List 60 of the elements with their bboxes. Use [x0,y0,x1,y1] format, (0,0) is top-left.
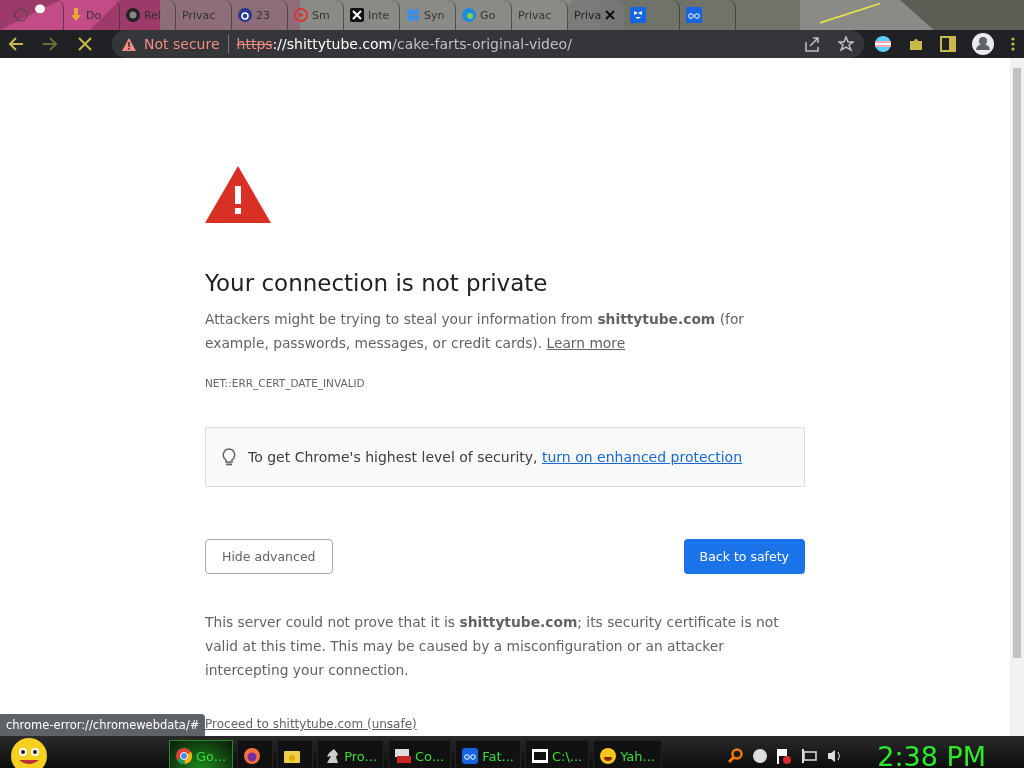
menu-icon[interactable] [1010,36,1016,52]
download-icon [70,8,82,22]
browser-tab[interactable]: Priva [568,0,624,30]
chrome-icon [176,748,192,764]
extensions-icon[interactable] [908,36,924,52]
hide-advanced-button[interactable]: Hide advanced [205,539,333,574]
flower-icon [406,8,420,22]
smiley-start-icon[interactable] [8,736,50,768]
details-text: This server could not prove that it is shittytube.com; its security certificate is not valid at this time. This may be caused by a misconfiguration or an attacker intercepting your connection. [205,613,780,680]
target-icon [294,8,308,22]
tip-text: To get Chrome's highest level of security, turn on enhanced protection [248,448,743,467]
globe-icon [14,8,28,22]
address-bar[interactable]: Not secure https://shittytube.com/cake-farts-original-video/ [112,30,864,58]
taskbar-button[interactable]: Yah... [593,740,662,768]
smiley-icon [600,748,617,764]
firefox-icon [244,748,261,764]
star-icon[interactable] [838,36,854,52]
error-heading: Your connection is not private [205,271,549,295]
archive-icon [531,749,548,763]
box-logo-icon [462,748,479,764]
learn-more-link[interactable]: Learn more [546,335,626,351]
close-icon[interactable] [605,10,616,20]
network-icon[interactable] [801,748,818,764]
taskbar-button[interactable]: Pro... [317,740,384,768]
dropbox-icon [630,7,646,23]
taskbar-button[interactable] [277,740,314,768]
avatar-icon[interactable] [972,33,994,55]
taskbar-button[interactable] [237,740,274,768]
back-to-safety-button[interactable]: Back to safety [683,539,805,574]
warning-icon [122,37,136,51]
lightbulb-icon [222,448,236,466]
taskbar-button[interactable]: Co... [388,740,452,768]
github-icon [126,8,140,22]
box-logo-icon [686,7,702,23]
enhanced-protection-link[interactable]: turn on enhanced protection [542,449,743,465]
chess-knight-icon [324,748,341,764]
taskbar-button[interactable]: Go... [169,740,234,768]
toolbox-icon [395,748,411,764]
clock: 2:38 PM [877,740,986,768]
error-message: Attackers might be trying to steal your information from shittytube.com (for example, passwords, messages, or credit cards). Learn more [205,310,745,353]
search-icon[interactable] [727,748,744,764]
ring-icon [238,8,252,22]
sidebar-icon[interactable] [940,36,956,52]
status-bubble: chrome-error://chromewebdata/# [0,714,206,736]
error-code: NET::ERR_CERT_DATE_INVALID [205,376,366,392]
stop-icon[interactable] [78,37,92,51]
share-icon[interactable] [804,36,820,52]
edge-icon [462,8,476,22]
flag-icon[interactable] [777,748,792,764]
x-logo-icon [350,8,364,22]
security-label[interactable]: Not secure [144,36,220,52]
taskbar-button[interactable]: C:\... [524,740,590,768]
url-text: https://shittytube.com/cake-farts-original-video/ [236,36,573,52]
warning-icon [205,166,271,223]
folder-icon [284,748,301,764]
forward-icon[interactable] [42,36,58,52]
flag-icon[interactable] [874,35,892,53]
back-icon[interactable] [8,36,24,52]
taskbar-button[interactable]: Fat... [455,740,521,768]
proceed-link[interactable]: Proceed to shittytube.com (unsafe) [205,712,417,736]
